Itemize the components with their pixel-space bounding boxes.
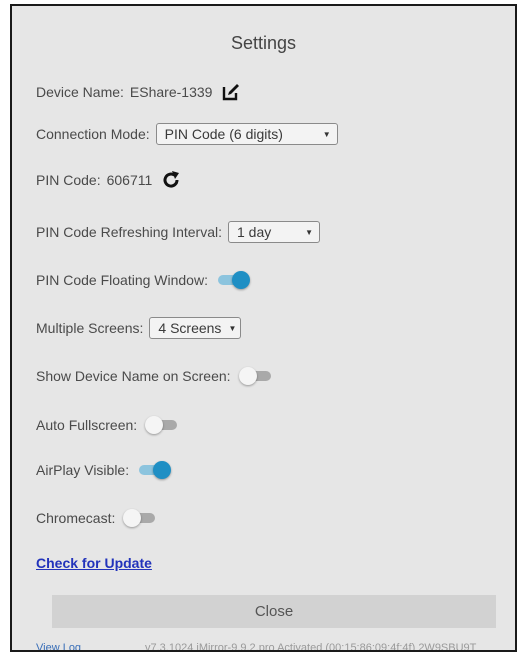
pin-refresh-value: 1 day	[236, 224, 272, 240]
show-device-name-label: Show Device Name on Screen:	[36, 368, 231, 384]
version-info: v7.3.1024 iMirror-9.9.2.pro Activated (0…	[145, 642, 477, 652]
show-device-name-toggle[interactable]	[238, 367, 273, 385]
pin-floating-row: PIN Code Floating Window:	[36, 268, 250, 292]
multiple-screens-value: 4 Screens	[158, 320, 222, 336]
settings-dialog: Settings Device Name: EShare-1339 Connec…	[10, 4, 517, 652]
multiple-screens-select[interactable]: 4 Screens ▼	[149, 317, 242, 339]
connection-mode-row: Connection Mode: PIN Code (6 digits) ▼	[36, 122, 338, 146]
chromecast-label: Chromecast:	[36, 510, 116, 526]
auto-fullscreen-toggle[interactable]	[145, 416, 179, 434]
caret-down-icon: ▼	[322, 129, 331, 139]
caret-down-icon: ▼	[305, 227, 313, 237]
pin-code-value: 606711	[106, 172, 153, 188]
airplay-label: AirPlay Visible:	[36, 462, 130, 478]
device-name-row: Device Name: EShare-1339	[36, 80, 242, 104]
airplay-row: AirPlay Visible:	[36, 458, 172, 482]
pin-refresh-label: PIN Code Refreshing Interval:	[36, 224, 222, 240]
pin-floating-label: PIN Code Floating Window:	[36, 272, 208, 288]
toggle-thumb	[145, 416, 164, 434]
caret-down-icon: ▼	[228, 323, 237, 333]
chromecast-toggle[interactable]	[123, 509, 157, 527]
toggle-thumb	[231, 271, 250, 289]
pin-code-label: PIN Code:	[36, 172, 101, 188]
toggle-thumb	[238, 367, 257, 385]
device-name-value: EShare-1339	[129, 84, 213, 100]
airplay-toggle[interactable]	[137, 461, 172, 479]
auto-fullscreen-label: Auto Fullscreen:	[36, 417, 138, 433]
check-update-link[interactable]: Check for Update	[36, 555, 152, 571]
edit-icon[interactable]	[220, 81, 242, 103]
view-log-link[interactable]: View Log	[36, 642, 81, 650]
pin-code-row: PIN Code: 606711	[36, 168, 182, 192]
connection-mode-value: PIN Code (6 digits)	[164, 126, 283, 142]
multiple-screens-label: Multiple Screens:	[36, 320, 144, 336]
toggle-thumb	[153, 461, 172, 479]
pin-refresh-row: PIN Code Refreshing Interval: 1 day ▼	[36, 220, 320, 244]
device-name-label: Device Name:	[36, 84, 124, 100]
close-button[interactable]: Close	[52, 595, 496, 628]
show-device-name-row: Show Device Name on Screen:	[36, 364, 273, 388]
chromecast-row: Chromecast:	[36, 506, 157, 530]
pin-floating-toggle[interactable]	[216, 271, 250, 289]
connection-mode-select[interactable]: PIN Code (6 digits) ▼	[155, 123, 338, 145]
pin-refresh-select[interactable]: 1 day ▼	[227, 221, 320, 243]
multiple-screens-row: Multiple Screens: 4 Screens ▼	[36, 316, 242, 340]
connection-mode-label: Connection Mode:	[36, 126, 150, 142]
check-update-row: Check for Update	[36, 551, 152, 575]
auto-fullscreen-row: Auto Fullscreen:	[36, 413, 179, 437]
refresh-icon[interactable]	[160, 169, 182, 191]
dialog-title: Settings	[230, 33, 297, 53]
toggle-thumb	[123, 509, 142, 527]
